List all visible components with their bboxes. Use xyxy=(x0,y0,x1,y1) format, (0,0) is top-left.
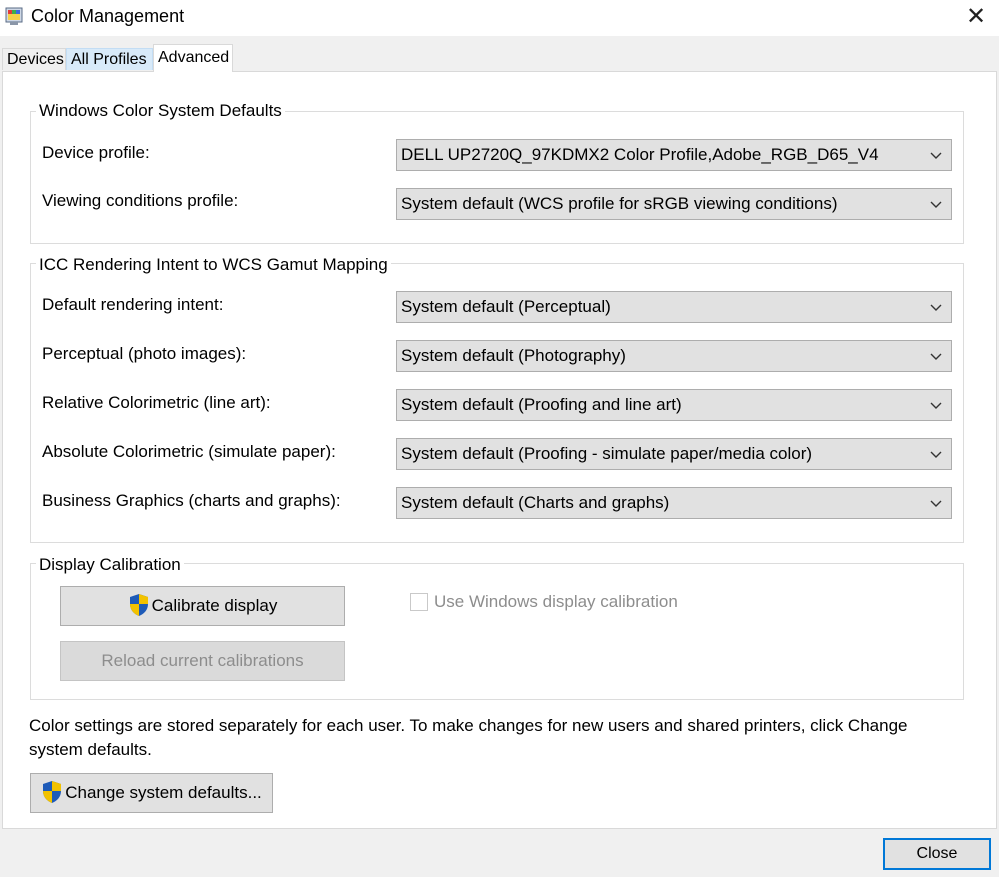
chevron-down-icon xyxy=(930,201,942,208)
viewing-conditions-value: System default (WCS profile for sRGB vie… xyxy=(401,194,838,213)
reload-calibrations-button[interactable]: Reload current calibrations xyxy=(60,641,345,681)
color-settings-note: Color settings are stored separately for… xyxy=(29,716,908,759)
chevron-down-icon xyxy=(930,402,942,409)
window-title: Color Management xyxy=(31,6,185,26)
color-management-app-icon xyxy=(5,7,23,25)
wcs-defaults-title: Windows Color System Defaults xyxy=(36,101,285,121)
close-button[interactable]: Close xyxy=(883,838,991,870)
calibrate-display-button[interactable]: Calibrate display xyxy=(60,586,345,626)
absolute-colorimetric-value: System default (Proofing - simulate pape… xyxy=(401,444,813,463)
calibrate-display-label: Calibrate display xyxy=(151,596,278,615)
business-graphics-label: Business Graphics (charts and graphs): xyxy=(42,491,341,510)
relative-colorimetric-select[interactable]: System default (Proofing and line art) xyxy=(396,389,952,421)
wcs-defaults-group xyxy=(30,111,964,244)
tab-advanced[interactable]: Advanced xyxy=(153,44,233,72)
chevron-down-icon xyxy=(930,500,942,507)
tab-all-profiles[interactable]: All Profiles xyxy=(66,48,153,70)
window-close-icon[interactable]: ✕ xyxy=(962,3,990,31)
device-profile-value: DELL UP2720Q_97KDMX2 Color Profile,Adobe… xyxy=(401,145,879,164)
chevron-down-icon xyxy=(930,353,942,360)
business-graphics-value: System default (Charts and graphs) xyxy=(401,493,670,512)
perceptual-select[interactable]: System default (Photography) xyxy=(396,340,952,372)
change-system-defaults-button[interactable]: Change system defaults... xyxy=(30,773,273,813)
viewing-conditions-select[interactable]: System default (WCS profile for sRGB vie… xyxy=(396,188,952,220)
perceptual-label: Perceptual (photo images): xyxy=(42,344,247,363)
title-bar: Color Management ✕ xyxy=(0,0,999,36)
business-graphics-select[interactable]: System default (Charts and graphs) xyxy=(396,487,952,519)
device-profile-select[interactable]: DELL UP2720Q_97KDMX2 Color Profile,Adobe… xyxy=(396,139,952,171)
default-intent-value: System default (Perceptual) xyxy=(401,297,611,316)
change-system-defaults-label: Change system defaults... xyxy=(65,783,262,802)
uac-shield-icon xyxy=(43,780,62,803)
device-profile-label: Device profile: xyxy=(42,143,150,162)
default-intent-select[interactable]: System default (Perceptual) xyxy=(396,291,952,323)
use-windows-calibration-label: Use Windows display calibration xyxy=(434,592,678,611)
viewing-conditions-label: Viewing conditions profile: xyxy=(42,191,239,210)
chevron-down-icon xyxy=(930,451,942,458)
absolute-colorimetric-select[interactable]: System default (Proofing - simulate pape… xyxy=(396,438,952,470)
chevron-down-icon xyxy=(930,152,942,159)
reload-calibrations-label: Reload current calibrations xyxy=(101,651,304,670)
tab-devices[interactable]: Devices xyxy=(2,48,66,70)
uac-shield-icon xyxy=(129,593,148,616)
relative-colorimetric-label: Relative Colorimetric (line art): xyxy=(42,393,271,412)
use-windows-calibration-checkbox[interactable] xyxy=(410,593,428,611)
default-intent-label: Default rendering intent: xyxy=(42,295,224,314)
display-calibration-title: Display Calibration xyxy=(36,555,184,575)
chevron-down-icon xyxy=(930,304,942,311)
relative-colorimetric-value: System default (Proofing and line art) xyxy=(401,395,682,414)
absolute-colorimetric-label: Absolute Colorimetric (simulate paper): xyxy=(42,442,336,461)
tab-strip: Devices All Profiles Advanced xyxy=(0,36,999,72)
perceptual-value: System default (Photography) xyxy=(401,346,626,365)
icc-mapping-title: ICC Rendering Intent to WCS Gamut Mappin… xyxy=(36,255,391,275)
